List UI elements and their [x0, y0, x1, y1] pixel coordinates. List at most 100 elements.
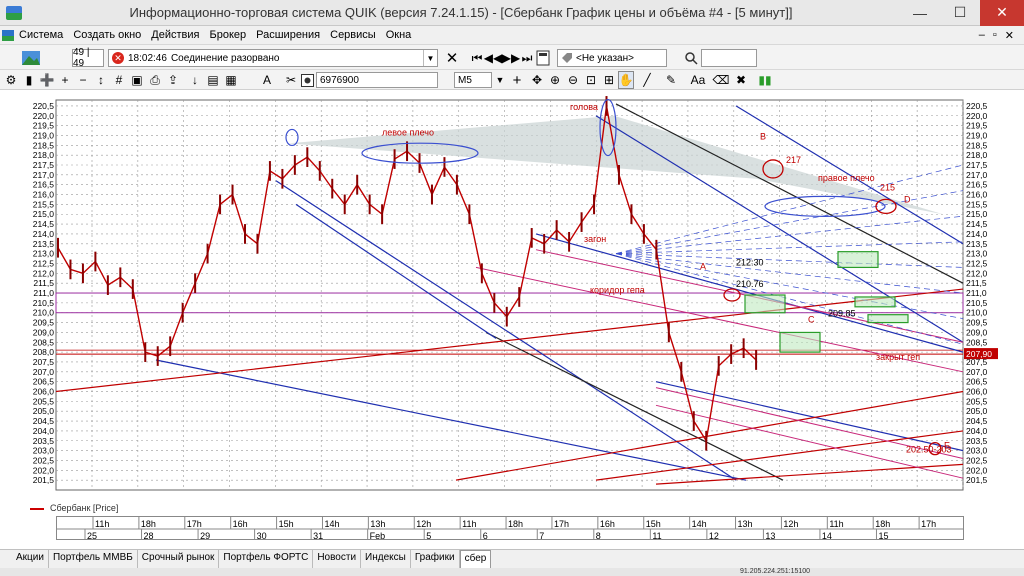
zone-box [744, 294, 786, 314]
time-label-date: 11 [652, 531, 661, 540]
time-label-date: 5 [426, 531, 431, 540]
menu-system[interactable]: Система [14, 29, 68, 41]
menu-broker[interactable]: Брокер [205, 29, 252, 41]
annotation-label: A [700, 261, 706, 271]
prev-icon[interactable]: ◀◀ [484, 48, 502, 68]
clear-button[interactable]: ✕ [444, 48, 460, 68]
y-tick-label-left: 220,0 [33, 111, 55, 121]
y-tick-label-right: 217,0 [966, 170, 988, 180]
mdi-minimize-button[interactable]: – [979, 29, 985, 42]
tab-indices[interactable]: Индексы [361, 550, 411, 568]
time-label-hour: 17h [554, 519, 569, 529]
move-icon[interactable]: ✥ [530, 71, 544, 89]
search-input[interactable] [701, 49, 757, 67]
time-axis: 11h 18h 17h 16h 15h 14h 13h 12h 11h 18h 17h 16h 15h 1… [56, 516, 964, 540]
candles-icon[interactable]: ▮ [22, 71, 36, 89]
menu-services[interactable]: Сервисы [325, 29, 381, 41]
filter-icon[interactable]: ▦ [224, 71, 238, 89]
line-tool-icon[interactable]: ╱ [640, 71, 654, 89]
annotation-label: загон [584, 234, 606, 244]
time-label-date: 7 [539, 531, 544, 540]
timeframe-dropdown-icon[interactable]: ▼ [494, 71, 506, 89]
y-tick-label-left: 208,5 [33, 337, 55, 347]
time-label-date: 15 [878, 531, 888, 540]
zoom-plus-icon[interactable]: ⊕ [548, 71, 562, 89]
mdi-close-button[interactable]: ✕ [1005, 29, 1014, 42]
menu-windows[interactable]: Окна [381, 29, 417, 41]
skip-last-icon[interactable]: ⏭ [520, 48, 534, 68]
print-icon[interactable]: ⎙ [148, 71, 162, 89]
y-tick-label-left: 212,5 [33, 258, 55, 268]
fit-icon[interactable]: ⊞ [602, 71, 616, 89]
grid-icon[interactable]: # [112, 71, 126, 89]
annotation-label: голова [570, 102, 598, 112]
zoom-minus-icon[interactable]: ⊖ [566, 71, 580, 89]
zoom-window-icon[interactable]: ⊡ [584, 71, 598, 89]
zone-box [837, 251, 879, 269]
close-button[interactable]: ✕ [980, 0, 1024, 26]
y-tick-label-left: 215,0 [33, 209, 55, 219]
scale-icon[interactable]: ↕ [94, 71, 108, 89]
security-code-input[interactable]: 6976900 [316, 72, 438, 88]
chart-area[interactable]: 220,5 220,5 220,0 220,0 219,5 219,5 219,0 219,0… [0, 90, 1024, 522]
tab-portfolio-mmvb[interactable]: Портфель ММВБ [48, 550, 138, 568]
font-icon[interactable]: A [260, 71, 274, 89]
menu-actions[interactable]: Действия [146, 29, 204, 41]
y-tick-label-right: 215,0 [966, 209, 988, 219]
skip-first-icon[interactable]: ⏮ [470, 48, 484, 68]
eraser-icon[interactable]: ⌫ [713, 71, 730, 89]
menu-create-window[interactable]: Создать окно [68, 29, 146, 41]
connection-status[interactable]: ✕ 18:02:46 Соединение разорвано ▼ [108, 49, 438, 67]
sort-icon[interactable]: ↓ [188, 71, 202, 89]
maximize-button[interactable]: ☐ [940, 0, 980, 26]
menu-extensions[interactable]: Расширения [251, 29, 325, 41]
chart-toolbar: ⚙ ▮ ➕ + − ↕ # ▣ ⎙ ⇪ ↓ ▤ ▦ A ✂ 6976900 M5… [0, 70, 1024, 90]
y-tick-label-right: 205,5 [966, 396, 988, 406]
crosshair-icon[interactable]: + [510, 71, 524, 89]
delete-icon[interactable]: ✖ [734, 71, 748, 89]
minimize-button[interactable]: — [900, 0, 940, 26]
y-tick-label-right: 201,5 [966, 475, 988, 485]
save-icon[interactable]: ▣ [130, 71, 144, 89]
y-tick-label-right: 205,0 [966, 406, 988, 416]
table-icon[interactable]: ▤ [206, 71, 220, 89]
y-tick-label-right: 211,5 [966, 278, 987, 288]
y-tick-label-left: 220,5 [33, 101, 55, 111]
price-chart[interactable]: 220,5 220,5220,0 220,0219,5 219,5219,0 219,0… [0, 90, 1024, 522]
tab-bar: Акции Портфель ММВБ Срочный рынок Портфе… [0, 549, 1024, 568]
y-tick-label-left: 214,0 [33, 229, 55, 239]
search-icon[interactable] [683, 48, 699, 68]
add-indicator-icon[interactable]: ➕ [40, 71, 55, 89]
y-tick-label-right: 207,0 [966, 367, 988, 377]
tab-news[interactable]: Новости [313, 550, 362, 568]
zoom-in-icon[interactable]: + [58, 71, 72, 89]
tab-charts[interactable]: Графики [410, 550, 460, 568]
tab-stocks[interactable]: Акции [12, 550, 49, 568]
y-tick-label-right: 204,0 [966, 426, 988, 436]
mdi-restore-button[interactable]: ▫ [993, 29, 997, 42]
tools-icon[interactable]: ✂ [284, 71, 298, 89]
hand-icon[interactable]: ✋ [618, 71, 634, 89]
chevron-down-icon[interactable]: ▼ [423, 50, 437, 66]
chart-properties-icon[interactable]: ⚙ [4, 71, 18, 89]
landscape-icon[interactable] [18, 48, 44, 68]
tab-derivatives[interactable]: Срочный рынок [137, 550, 220, 568]
text-tool-icon[interactable]: Aa [690, 71, 706, 89]
timeframe-select[interactable]: M5 [454, 72, 492, 88]
pencil-icon[interactable]: ✎ [664, 71, 678, 89]
time-label-hour: 11h [95, 519, 109, 529]
bars-icon[interactable]: ▮▮ [758, 71, 772, 89]
zoom-out-icon[interactable]: − [76, 71, 90, 89]
export-icon[interactable]: ⇪ [166, 71, 180, 89]
y-tick-label-right: 203,5 [966, 436, 988, 446]
annotation-label: E [944, 441, 950, 451]
time-label-date: Feb [370, 531, 386, 540]
tab-sber[interactable]: сбер [459, 550, 492, 568]
tag-icon [560, 51, 574, 65]
y-tick-label-right: 206,0 [966, 387, 988, 397]
main-toolbar: 49 | 49 ✕ 18:02:46 Соединение разорвано … [0, 44, 1024, 70]
calculator-icon[interactable] [534, 48, 552, 68]
tab-portfolio-forts[interactable]: Портфель ФОРТС [219, 550, 314, 568]
y-tick-label-left: 210,5 [33, 298, 55, 308]
next-icon[interactable]: ▶▶ [502, 48, 520, 68]
